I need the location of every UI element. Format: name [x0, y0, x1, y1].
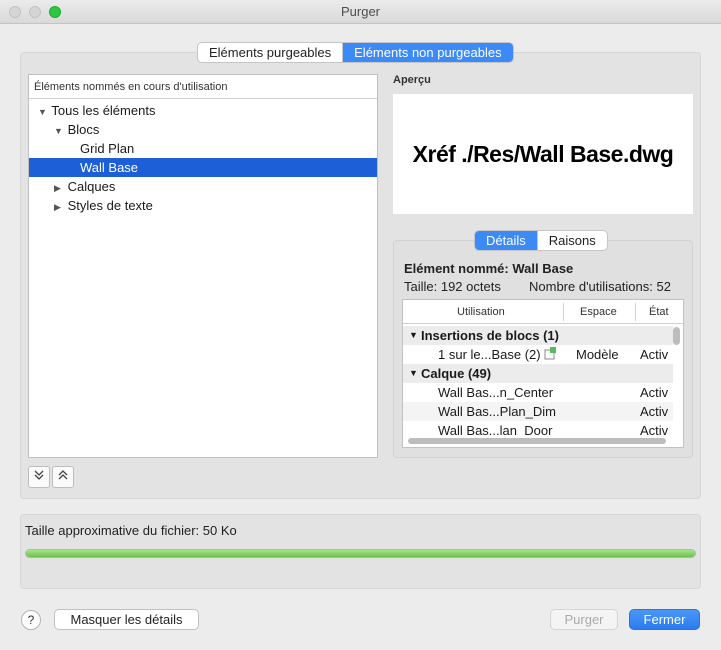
- tab-raisons[interactable]: Raisons: [536, 231, 607, 250]
- tree-item-all[interactable]: ▼ Tous les éléments: [29, 101, 377, 120]
- details-tabs: Détails Raisons: [474, 230, 608, 251]
- tree-item-label: Calques: [67, 179, 116, 194]
- state-cell: Activ: [640, 385, 669, 400]
- group-label: Calque (49): [421, 366, 492, 381]
- state-cell: Activ: [640, 404, 669, 419]
- purge-mode-tabs: Eléments purgeables Eléments non purgeab…: [197, 42, 514, 63]
- expand-all-icon[interactable]: [28, 466, 50, 488]
- tree-item-label: Wall Base: [80, 160, 139, 175]
- vertical-scrollbar[interactable]: [673, 327, 680, 345]
- preview-area: Xréf ./Res/Wall Base.dwg: [393, 94, 693, 214]
- space-cell: Modèle: [576, 347, 619, 362]
- table-row[interactable]: Wall Bas...Plan_Dim Activ: [403, 402, 673, 421]
- table-group-row[interactable]: ▼ Insertions de blocs (1): [403, 326, 673, 345]
- close-button[interactable]: Fermer: [629, 609, 700, 630]
- column-header-etat[interactable]: État: [649, 306, 669, 318]
- horizontal-scrollbar[interactable]: [408, 438, 666, 444]
- title-bar: Purger: [0, 0, 721, 24]
- table-group-row[interactable]: ▼ Calque (49): [403, 364, 673, 383]
- tree-item-grid-plan[interactable]: Grid Plan: [29, 139, 377, 158]
- tree-item-label: Grid Plan: [80, 141, 135, 156]
- file-size-label: Taille approximative du fichier: 50 Ko: [25, 523, 237, 538]
- tree-item-label: Styles de texte: [67, 198, 153, 213]
- usage-cell: Wall Bas...n_Center: [438, 385, 554, 400]
- tab-purgeable[interactable]: Eléments purgeables: [198, 43, 342, 62]
- tree-item-calques[interactable]: ▶ Calques: [29, 177, 377, 196]
- collapse-all-icon[interactable]: [52, 466, 74, 488]
- tab-details[interactable]: Détails: [475, 231, 537, 250]
- disclosure-expanded-icon[interactable]: ▼: [409, 326, 418, 345]
- tree-item-styles[interactable]: ▶ Styles de texte: [29, 196, 377, 215]
- tab-non-purgeable[interactable]: Eléments non purgeables: [342, 43, 513, 62]
- usage-cell: Wall Bas...Plan_Dim: [438, 404, 556, 419]
- usage-count: Nombre d'utilisations: 52: [529, 279, 671, 294]
- tree-item-wall-base[interactable]: Wall Base: [29, 158, 377, 177]
- table-row[interactable]: 1 sur le...Base (2) Modèle Activ: [403, 345, 673, 364]
- preview-text: Xréf ./Res/Wall Base.dwg: [412, 140, 674, 167]
- named-element-title: Elément nommé: Wall Base: [404, 261, 574, 276]
- tree-header: Éléments nommés en cours d'utilisation: [29, 75, 377, 99]
- named-items-tree: Éléments nommés en cours d'utilisation ▼…: [28, 74, 378, 458]
- element-size: Taille: 192 octets: [404, 279, 501, 294]
- table-header: Utilisation Espace État: [403, 300, 683, 324]
- window-title: Purger: [340, 4, 381, 19]
- tree-item-blocs[interactable]: ▼ Blocs: [29, 120, 377, 139]
- usage-cell: 1 sur le...Base (2): [438, 347, 541, 362]
- group-label: Insertions de blocs (1): [421, 328, 559, 343]
- preview-label: Aperçu: [393, 74, 431, 86]
- state-cell: Activ: [640, 347, 669, 362]
- hide-details-button[interactable]: Masquer les détails: [54, 609, 199, 630]
- column-header-espace[interactable]: Espace: [580, 306, 617, 318]
- progress-fill: [26, 550, 695, 557]
- tree-item-label: Tous les éléments: [51, 103, 156, 118]
- table-row[interactable]: Wall Bas...n_Center Activ: [403, 383, 673, 402]
- help-button[interactable]: ?: [21, 610, 41, 630]
- tree-item-label: Blocs: [67, 122, 100, 137]
- block-reference-icon: [544, 346, 558, 365]
- column-header-utilisation[interactable]: Utilisation: [457, 306, 505, 318]
- file-size-progress-bar: [25, 549, 696, 558]
- usage-table: Utilisation Espace État ▼ Insertions de …: [402, 299, 684, 448]
- disclosure-collapsed-icon[interactable]: ▶: [54, 198, 64, 217]
- disclosure-expanded-icon[interactable]: ▼: [409, 364, 418, 383]
- purge-button[interactable]: Purger: [550, 609, 618, 630]
